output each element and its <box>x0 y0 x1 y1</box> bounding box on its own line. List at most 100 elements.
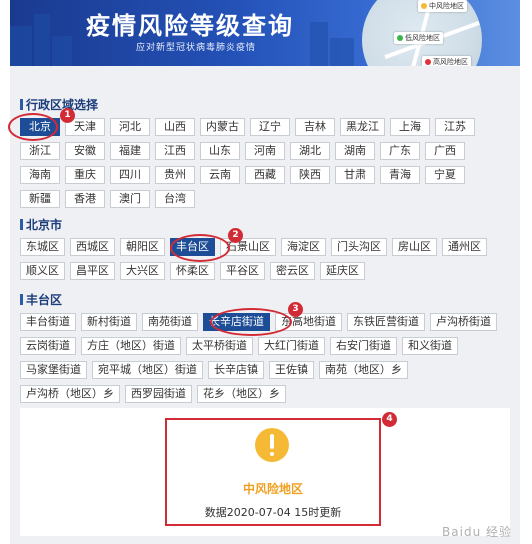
section-marker <box>20 294 23 305</box>
street-tag[interactable]: 长辛店镇 <box>208 361 264 379</box>
province-tag[interactable]: 吉林 <box>295 118 335 136</box>
pin-dot-icon <box>397 35 403 41</box>
annotation-number-4: 4 <box>382 412 397 427</box>
street-tag[interactable]: 花乡（地区）乡 <box>197 385 286 403</box>
banner: 疫情风险等级查询 应对新型冠状病毒肺炎疫情 中风险地区 低风险地区 高风险地区 <box>10 0 520 66</box>
street-tag[interactable]: 长辛店街道 <box>203 313 270 331</box>
district-tag[interactable]: 丰台区 <box>170 238 215 256</box>
province-tag[interactable]: 上海 <box>390 118 430 136</box>
pin-dot-icon <box>425 59 431 65</box>
province-tag[interactable]: 广西 <box>425 142 465 160</box>
street-tag[interactable]: 南苑（地区）乡 <box>319 361 408 379</box>
street-tag[interactable]: 王佐镇 <box>269 361 314 379</box>
province-tag[interactable]: 云南 <box>200 166 240 184</box>
province-tag[interactable]: 江苏 <box>435 118 475 136</box>
street-tag[interactable]: 宛平城（地区）街道 <box>92 361 203 379</box>
province-tag[interactable]: 山西 <box>155 118 195 136</box>
street-tag[interactable]: 方庄（地区）街道 <box>81 337 181 355</box>
page-container: 疫情风险等级查询 应对新型冠状病毒肺炎疫情 中风险地区 低风险地区 高风险地区 … <box>8 0 520 544</box>
street-tag[interactable]: 新村街道 <box>81 313 137 331</box>
province-tag[interactable]: 澳门 <box>110 190 150 208</box>
province-tag[interactable]: 海南 <box>20 166 60 184</box>
map-pin-high: 高风险地区 <box>422 56 471 66</box>
province-tag[interactable]: 宁夏 <box>425 166 465 184</box>
province-tag[interactable]: 青海 <box>380 166 420 184</box>
district-list: 东城区 西城区 朝阳区 丰台区 石景山区 海淀区 门头沟区 房山区 通州区顺义区 昌平区 大兴区 怀柔… <box>20 238 510 280</box>
banner-building <box>52 36 72 66</box>
district-tag[interactable]: 延庆区 <box>320 262 365 280</box>
district-tag[interactable]: 朝阳区 <box>120 238 165 256</box>
district-tag[interactable]: 密云区 <box>270 262 315 280</box>
street-tag[interactable]: 云岗街道 <box>20 337 76 355</box>
street-list: 丰台街道 新村街道 南苑街道 长辛店街道 东高地街道 东铁匠营街道 卢沟桥街道云岗街道 方庄（… <box>20 313 510 403</box>
street-tag[interactable]: 东铁匠营街道 <box>347 313 425 331</box>
street-tag[interactable]: 卢沟桥（地区）乡 <box>20 385 120 403</box>
province-tag[interactable]: 浙江 <box>20 142 60 160</box>
watermark: Baidu 经验 <box>442 525 512 539</box>
pin-label: 低风险地区 <box>405 34 440 42</box>
pin-dot-icon <box>421 3 427 9</box>
district-tag[interactable]: 通州区 <box>442 238 487 256</box>
street-tag[interactable]: 卢沟桥街道 <box>430 313 497 331</box>
section-title-city: 北京市 <box>20 216 62 233</box>
province-tag[interactable]: 黑龙江 <box>340 118 385 136</box>
province-tag[interactable]: 安徽 <box>65 142 105 160</box>
province-tag[interactable]: 湖北 <box>290 142 330 160</box>
province-tag[interactable]: 香港 <box>65 190 105 208</box>
annotation-number-1: 1 <box>60 108 75 123</box>
district-tag[interactable]: 昌平区 <box>70 262 115 280</box>
province-tag[interactable]: 四川 <box>110 166 150 184</box>
street-tag[interactable]: 太平桥街道 <box>186 337 253 355</box>
district-tag[interactable]: 顺义区 <box>20 262 65 280</box>
result-panel: 中风险地区 数据2020-07-04 15时更新 4 <box>20 408 510 536</box>
annotation-number-3: 3 <box>288 302 303 317</box>
province-tag[interactable]: 山东 <box>200 142 240 160</box>
province-tag[interactable]: 福建 <box>110 142 150 160</box>
risk-level: 中风险地区 <box>242 482 303 496</box>
street-tag[interactable]: 右安门街道 <box>330 337 397 355</box>
province-tag[interactable]: 新疆 <box>20 190 60 208</box>
street-tag[interactable]: 和义街道 <box>402 337 458 355</box>
district-tag[interactable]: 怀柔区 <box>170 262 215 280</box>
province-tag[interactable]: 内蒙古 <box>200 118 245 136</box>
street-tag[interactable]: 南苑街道 <box>142 313 198 331</box>
province-tag[interactable]: 辽宁 <box>250 118 290 136</box>
province-tag[interactable]: 贵州 <box>155 166 195 184</box>
province-tag[interactable]: 台湾 <box>155 190 195 208</box>
district-tag[interactable]: 房山区 <box>392 238 437 256</box>
province-tag[interactable]: 重庆 <box>65 166 105 184</box>
province-tag[interactable]: 甘肃 <box>335 166 375 184</box>
banner-subtitle: 应对新型冠状病毒肺炎疫情 <box>136 43 257 53</box>
banner-building <box>330 38 354 66</box>
street-tag[interactable]: 丰台街道 <box>20 313 76 331</box>
province-tag[interactable]: 北京 <box>20 118 60 136</box>
district-tag[interactable]: 东城区 <box>20 238 65 256</box>
province-tag[interactable]: 西藏 <box>245 166 285 184</box>
district-tag[interactable]: 西城区 <box>70 238 115 256</box>
annotation-number-2: 2 <box>228 228 243 243</box>
province-tag[interactable]: 湖南 <box>335 142 375 160</box>
province-tag[interactable]: 陕西 <box>290 166 330 184</box>
province-tag[interactable]: 广东 <box>380 142 420 160</box>
province-tag[interactable]: 江西 <box>155 142 195 160</box>
result-highlight-box: 中风险地区 数据2020-07-04 15时更新 <box>165 418 381 526</box>
street-tag[interactable]: 马家堡街道 <box>20 361 87 379</box>
district-tag[interactable]: 平谷区 <box>220 262 265 280</box>
pin-label: 中风险地区 <box>429 2 464 10</box>
province-tag[interactable]: 河南 <box>245 142 285 160</box>
street-tag[interactable]: 大红门街道 <box>258 337 325 355</box>
section-title-street: 丰台区 <box>20 291 62 308</box>
pin-label: 高风险地区 <box>433 58 468 66</box>
map-pin-low: 低风险地区 <box>394 32 443 44</box>
district-tag[interactable]: 门头沟区 <box>331 238 387 256</box>
district-tag[interactable]: 大兴区 <box>120 262 165 280</box>
update-time: 数据2020-07-04 15时更新 <box>204 506 342 519</box>
district-tag[interactable]: 海淀区 <box>281 238 326 256</box>
section-marker <box>20 219 23 230</box>
district-tag[interactable]: 石景山区 <box>220 238 276 256</box>
province-tag[interactable]: 河北 <box>110 118 150 136</box>
street-tag[interactable]: 西罗园街道 <box>125 385 192 403</box>
section-title-text: 丰台区 <box>26 293 63 307</box>
street-tag[interactable]: 东高地街道 <box>275 313 342 331</box>
section-marker <box>20 99 23 110</box>
